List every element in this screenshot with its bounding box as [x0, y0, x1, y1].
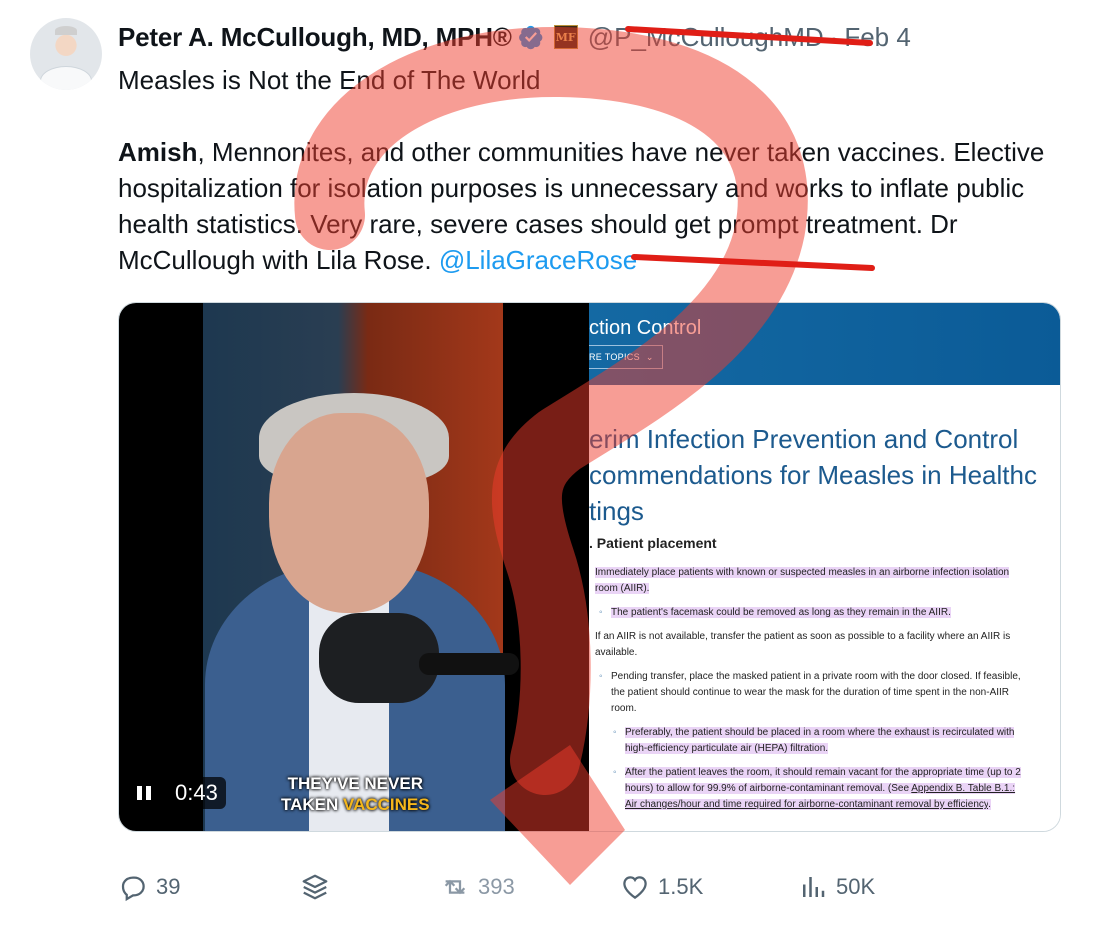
document-item: After the patient leaves the room, it sh… [595, 765, 1025, 813]
reply-button[interactable]: 39 [118, 872, 180, 902]
tweet-actions: 39 393 1.5K 50K [118, 862, 1018, 912]
topics-dropdown: RE TOPICS ⌄ [589, 345, 663, 369]
document-item: Preferably, the patient should be placed… [595, 725, 1025, 757]
video-caption: THEY'VE NEVER TAKEN VACCINES [281, 773, 430, 815]
document-topbar: ction Control RE TOPICS ⌄ [589, 303, 1060, 385]
like-count: 1.5K [658, 874, 704, 899]
video-player[interactable]: 0:43 THEY'VE NEVER TAKEN VACCINES [119, 303, 589, 831]
mention-link[interactable]: @LilaGraceRose [439, 245, 637, 275]
document-screenshot: ction Control RE TOPICS ⌄ erim Infection… [589, 303, 1060, 831]
document-item: The patient's facemask could be removed … [595, 605, 1025, 621]
tweet-date[interactable]: Feb 4 [844, 22, 911, 53]
layers-button[interactable] [300, 872, 330, 902]
document-heading-line2: commendations for Measles in Healthc [589, 460, 1037, 490]
document-heading-line1: erim Infection Prevention and Control [589, 424, 1019, 454]
layers-icon [302, 874, 328, 900]
like-button[interactable]: 1.5K [620, 872, 703, 902]
caption-line2-a: TAKEN [281, 795, 344, 814]
document-item: Immediately place patients with known or… [595, 567, 1010, 594]
tweet-text-paragraph2: Amish, Mennonites, and other communities… [118, 134, 1068, 278]
caption-line2: TAKEN VACCINES [281, 794, 430, 815]
reply-icon [121, 876, 145, 902]
verified-badge-icon [518, 25, 543, 50]
tweet-text: Measles is Not the End of The World Amis… [118, 62, 1068, 278]
author-avatar[interactable] [30, 18, 102, 90]
document-subheading: . Patient placement [589, 535, 717, 551]
heart-icon [623, 876, 647, 899]
document-item: If an AIIR is not available, transfer th… [595, 631, 1011, 658]
tweet-media[interactable]: 0:43 THEY'VE NEVER TAKEN VACCINES ction … [118, 302, 1061, 832]
document-list: Immediately place patients with known or… [595, 565, 1025, 821]
microphone-arm [419, 653, 519, 675]
header-separator: · [829, 21, 839, 52]
retweet-count: 393 [478, 874, 515, 899]
document-nav-title: ction Control [589, 317, 702, 339]
avatar-hair [55, 26, 77, 35]
video-person-head [269, 413, 429, 613]
affiliation-badge-icon[interactable]: MF [553, 25, 578, 49]
caption-line2-b: VACCINES [343, 795, 430, 814]
reply-count: 39 [156, 874, 181, 899]
avatar-coat [40, 66, 92, 90]
retweet-icon [444, 879, 466, 895]
author-name[interactable]: Peter A. McCullough, MD, MPH® [118, 22, 512, 53]
author-handle[interactable]: @P_McCulloughMD [588, 22, 824, 53]
views-count: 50K [836, 874, 876, 899]
tweet-header: Peter A. McCullough, MD, MPH® MF @P_McCu… [118, 18, 911, 56]
tweet-bold-word: Amish [118, 137, 198, 167]
caption-line1: THEY'VE NEVER [287, 774, 423, 793]
retweet-button[interactable]: 393 [440, 872, 515, 902]
views-icon [803, 877, 825, 897]
views-button[interactable]: 50K [798, 872, 875, 902]
topics-label: RE TOPICS [589, 352, 640, 362]
tweet-text-line1: Measles is Not the End of The World [118, 65, 541, 95]
video-controls: 0:43 [137, 773, 226, 813]
document-heading-line3: tings [589, 496, 644, 526]
video-timer: 0:43 [167, 777, 226, 809]
document-heading: erim Infection Prevention and Control co… [589, 421, 1060, 529]
chevron-down-icon: ⌄ [645, 351, 654, 362]
pause-icon[interactable] [137, 783, 155, 803]
document-item: Pending transfer, place the masked patie… [595, 669, 1025, 717]
